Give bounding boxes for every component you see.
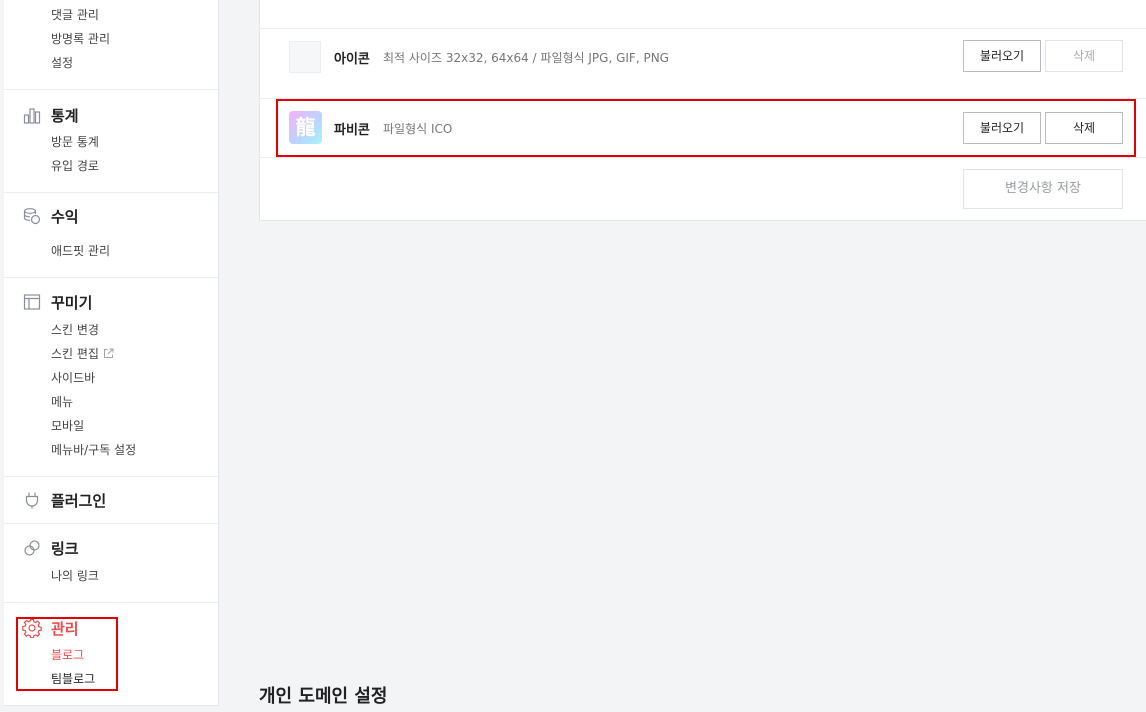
sidebar-section-plugin-label: 플러그인 — [51, 491, 107, 510]
highlight-box — [16, 617, 118, 691]
link-icon — [22, 538, 42, 558]
highlight-box — [276, 99, 1136, 157]
sidebar-section-stats-label: 통계 — [51, 106, 79, 125]
sidebar-item-sidebar[interactable]: 사이드바 — [51, 370, 95, 386]
icon-row-title: 아이콘 — [334, 52, 370, 67]
sidebar-item-visit-stats[interactable]: 방문 통계 — [51, 134, 99, 150]
sidebar: 댓글 관리 방명록 관리 설정 통계 방문 통계 유입 경로 수익 애드핏 관리… — [4, 0, 219, 706]
sidebar-section-link-label: 링크 — [51, 539, 79, 558]
sidebar-item-skin-edit-label: 스킨 편집 — [51, 347, 99, 361]
sidebar-divider — [4, 523, 218, 524]
sidebar-section-plugin[interactable]: 플러그인 — [22, 489, 106, 511]
save-changes-button[interactable]: 변경사항 저장 — [963, 169, 1123, 209]
sidebar-section-revenue[interactable]: 수익 — [22, 205, 79, 227]
custom-domain-section-title: 개인 도메인 설정 — [259, 686, 388, 707]
sidebar-divider — [4, 476, 218, 477]
sidebar-section-stats[interactable]: 통계 — [22, 104, 79, 126]
icon-load-button[interactable]: 불러오기 — [963, 40, 1041, 72]
sidebar-section-link[interactable]: 링크 — [22, 537, 79, 559]
icon-thumbnail — [289, 41, 321, 73]
sidebar-item-menubar-subscribe[interactable]: 메뉴바/구독 설정 — [51, 442, 136, 458]
bar-chart-icon — [22, 105, 42, 125]
panel-divider — [260, 157, 1146, 158]
sidebar-divider — [4, 602, 218, 603]
sidebar-section-decorate[interactable]: 꾸미기 — [22, 291, 92, 313]
sidebar-item-mobile[interactable]: 모바일 — [51, 418, 84, 434]
sidebar-item-referrers[interactable]: 유입 경로 — [51, 158, 99, 174]
icon-row: 아이콘 최적 사이즈 32x32, 64x64 / 파일형식 JPG, GIF,… — [260, 28, 1146, 86]
sidebar-item-skin-change[interactable]: 스킨 변경 — [51, 322, 99, 338]
sidebar-item-settings[interactable]: 설정 — [51, 55, 73, 71]
sidebar-item-guestbook[interactable]: 방명록 관리 — [51, 31, 110, 47]
sidebar-divider — [4, 192, 218, 193]
icon-row-description: 최적 사이즈 32x32, 64x64 / 파일형식 JPG, GIF, PNG — [383, 51, 669, 65]
sidebar-divider — [4, 277, 218, 278]
sidebar-item-menu[interactable]: 메뉴 — [51, 394, 73, 410]
sidebar-item-skin-edit[interactable]: 스킨 편집 — [51, 346, 114, 362]
sidebar-divider — [4, 89, 218, 90]
sidebar-item-my-link[interactable]: 나의 링크 — [51, 568, 99, 584]
sidebar-section-revenue-label: 수익 — [51, 207, 79, 226]
layout-icon — [22, 292, 42, 312]
sidebar-section-decorate-label: 꾸미기 — [51, 293, 93, 312]
plug-icon — [22, 490, 42, 510]
sidebar-item-adfit[interactable]: 애드핏 관리 — [51, 243, 110, 259]
coins-icon — [22, 206, 42, 226]
sidebar-item-comments[interactable]: 댓글 관리 — [51, 7, 99, 23]
icon-delete-button[interactable]: 삭제 — [1045, 40, 1123, 72]
external-link-icon — [103, 347, 114, 363]
